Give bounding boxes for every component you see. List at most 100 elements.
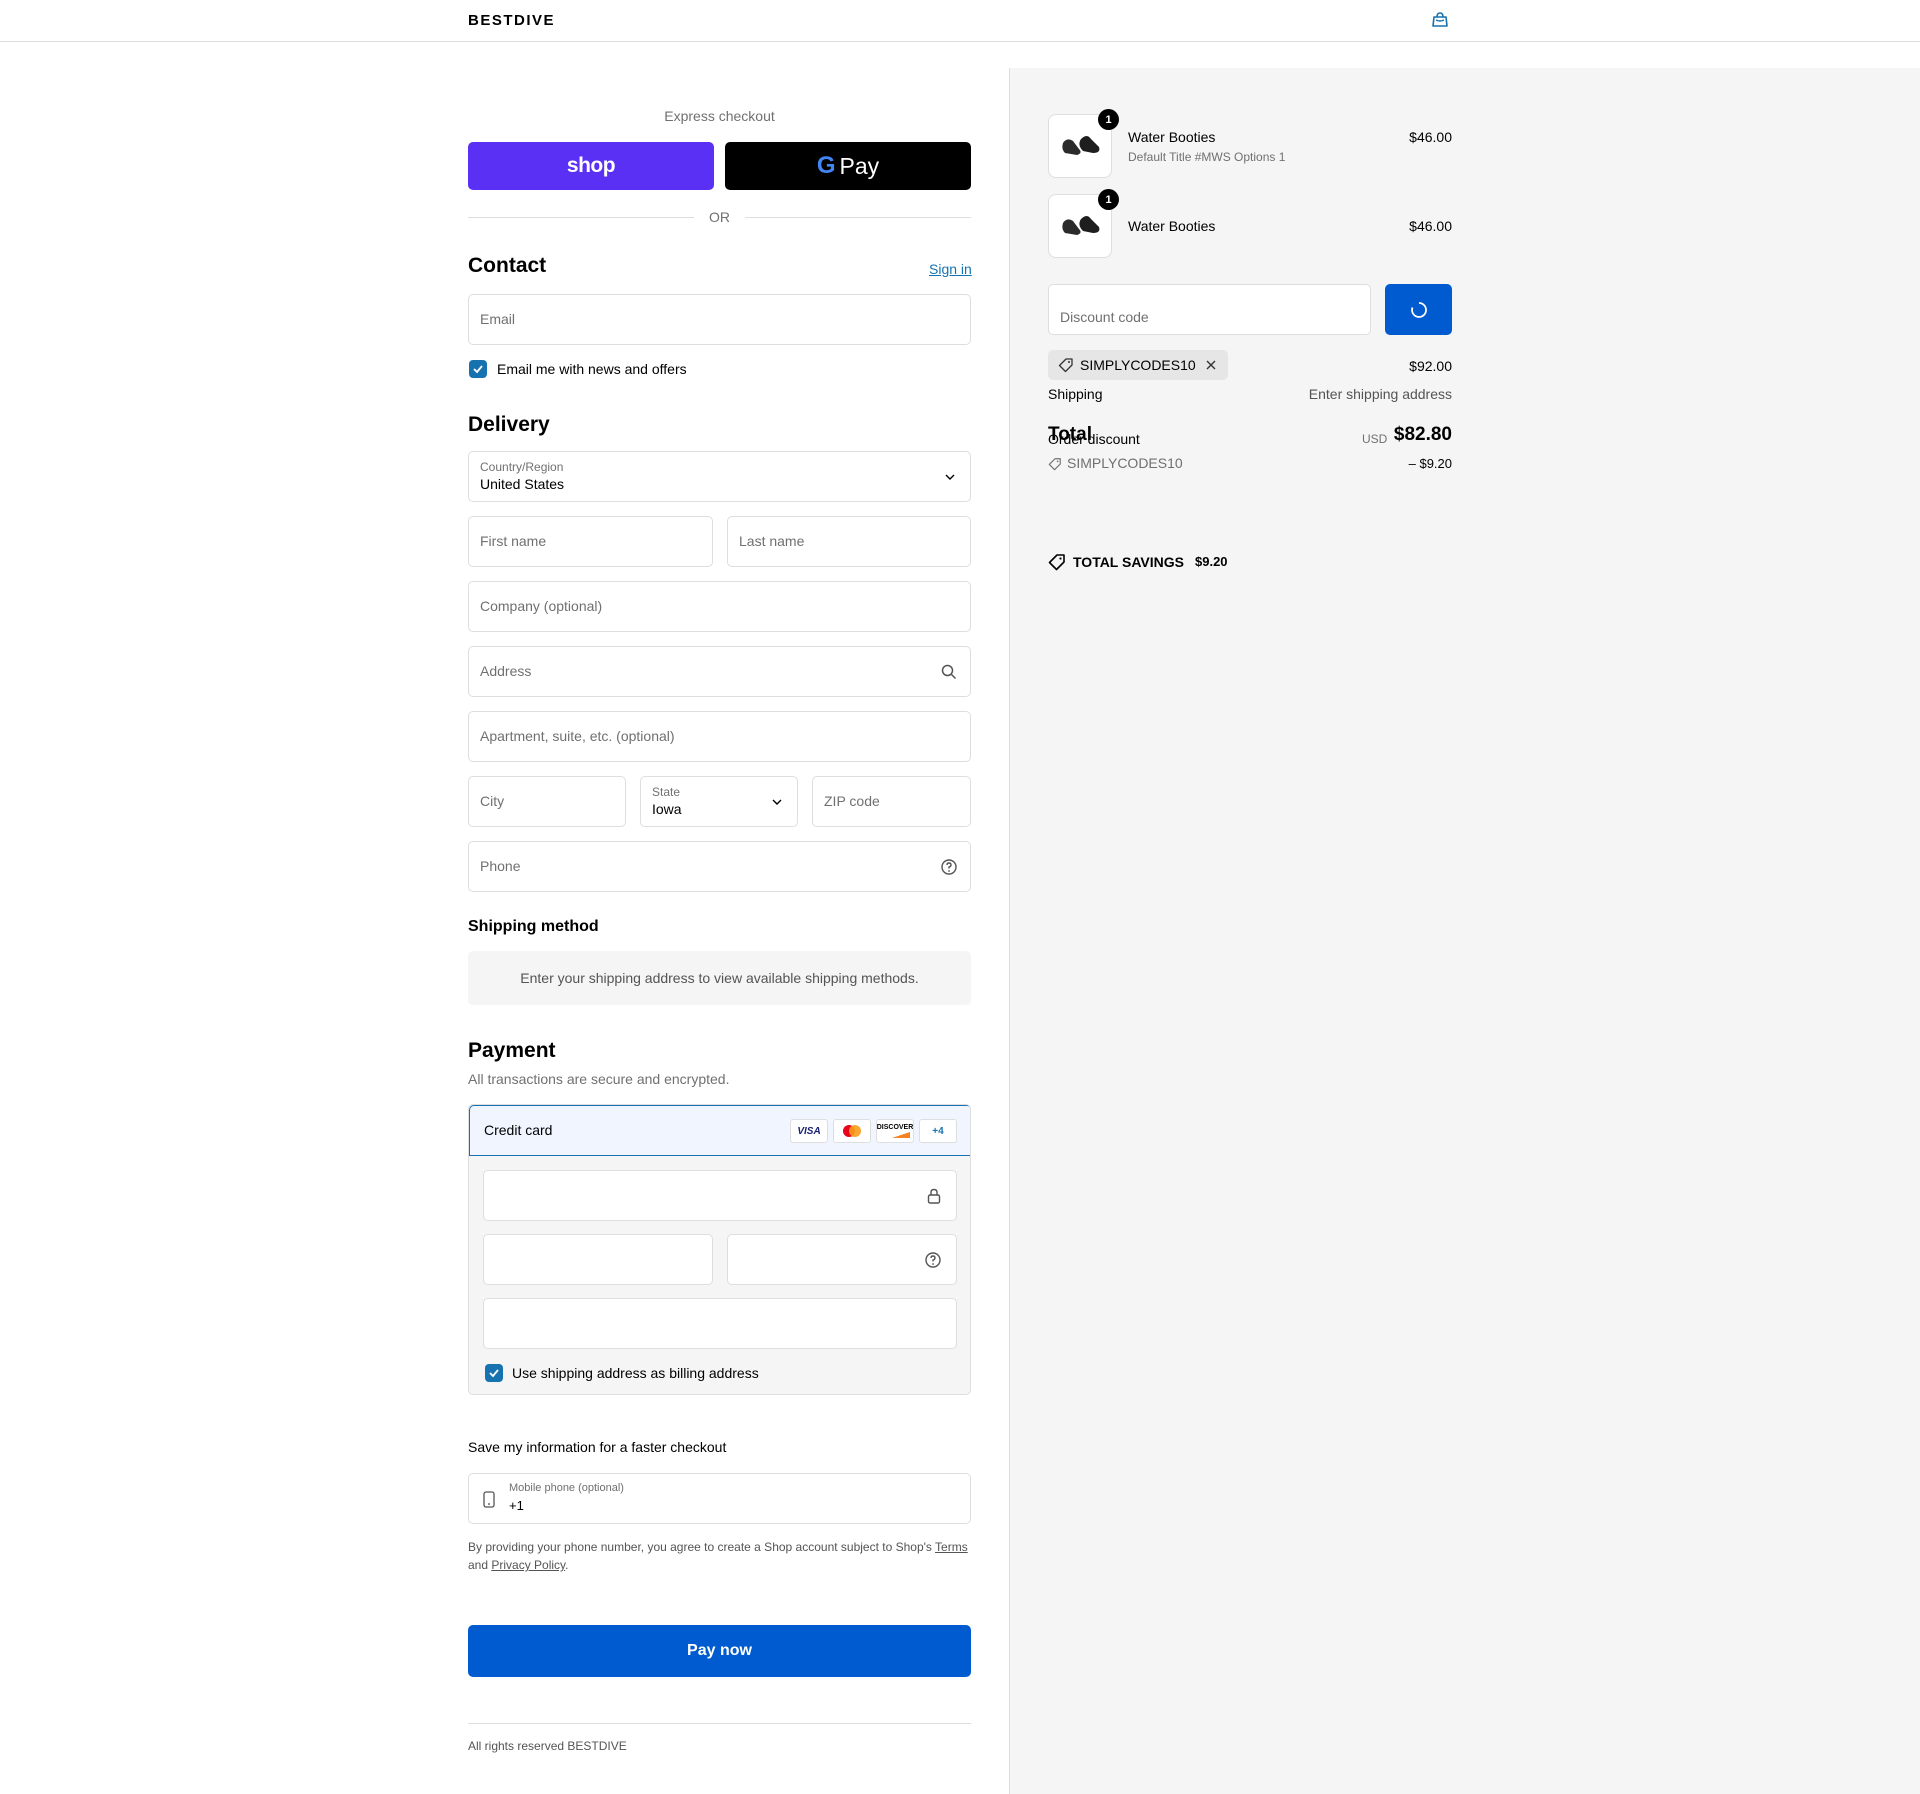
phone-placeholder: Phone (480, 858, 521, 874)
product-price: $46.00 (1409, 129, 1452, 145)
zip-placeholder: ZIP code (824, 793, 880, 809)
applied-discount-code: SIMPLYCODES10 (1080, 357, 1196, 373)
shop-terms-text: By providing your phone number, you agre… (468, 1538, 971, 1574)
divider (745, 217, 971, 218)
pay-now-button[interactable]: Pay now (468, 1625, 971, 1677)
apartment-field[interactable]: Apartment, suite, etc. (optional) (468, 711, 971, 762)
expiration-date-field[interactable] (483, 1234, 713, 1285)
lock-icon (927, 1188, 941, 1204)
news-checkbox-label: Email me with news and offers (497, 361, 687, 377)
country-value: United States (480, 476, 565, 492)
discover-label: DISCOVER (876, 1124, 914, 1131)
delivery-heading: Delivery (468, 413, 550, 436)
first-name-placeholder: First name (480, 533, 547, 549)
product-name: Water Booties (1128, 129, 1216, 145)
help-circle-icon[interactable] (940, 858, 958, 876)
google-pay-button[interactable]: G Pay (725, 142, 971, 190)
google-pay-label: Pay (839, 152, 880, 179)
express-checkout-label: Express checkout (664, 108, 775, 124)
credit-card-panel: Credit card VISA DISCOVER +4 Use shippin… (468, 1104, 971, 1395)
payment-heading: Payment (468, 1039, 556, 1062)
contact-heading: Contact (468, 254, 547, 277)
loading-spinner-icon (1410, 301, 1427, 318)
help-circle-icon[interactable] (924, 1251, 942, 1269)
terms-text: By providing your phone number, you agre… (468, 1540, 936, 1554)
address-placeholder: Address (480, 663, 532, 679)
shop-pay-button[interactable]: shop (468, 142, 714, 190)
visa-icon: VISA (790, 1119, 828, 1143)
news-checkbox[interactable] (469, 360, 487, 378)
shipping-value: Enter shipping address (1308, 386, 1452, 402)
mobile-phone-field[interactable]: Mobile phone (optional) +1 (468, 1473, 971, 1524)
total-savings-label: TOTAL SAVINGS (1073, 554, 1184, 570)
email-field[interactable]: Email (468, 294, 971, 345)
store-logo[interactable]: BESTDIVE (468, 12, 555, 29)
shipping-label: Shipping (1048, 386, 1103, 402)
address-field[interactable]: Address (468, 646, 971, 697)
country-select[interactable]: Country/Region United States (468, 451, 971, 502)
zip-field[interactable]: ZIP code (812, 776, 971, 827)
discount-code-placeholder: Discount code (1060, 309, 1149, 325)
card-number-field[interactable] (483, 1170, 957, 1221)
applied-discount-chip: SIMPLYCODES10 (1048, 350, 1228, 380)
mastercard-icon (833, 1119, 871, 1143)
first-name-field[interactable]: First name (468, 516, 713, 567)
credit-card-label: Credit card (484, 1122, 553, 1138)
shipping-method-info: Enter your shipping address to view avai… (468, 951, 971, 1005)
checkmark-icon (473, 365, 483, 374)
state-select[interactable]: State Iowa (640, 776, 798, 827)
apartment-placeholder: Apartment, suite, etc. (optional) (480, 728, 675, 744)
discount-value: – $9.20 (1408, 456, 1452, 471)
search-icon (941, 664, 957, 680)
quantity-badge: 1 (1098, 109, 1119, 130)
total-savings-value: $9.20 (1195, 554, 1228, 569)
footer-copyright: All rights reserved BESTDIVE (468, 1739, 627, 1753)
mobile-phone-icon (483, 1491, 495, 1508)
water-booties-image (1062, 216, 1100, 235)
terms-and: and (468, 1558, 492, 1572)
chevron-down-icon (945, 474, 955, 480)
discount-code-field[interactable]: Discount code (1048, 284, 1371, 335)
discover-stripe (892, 1132, 910, 1138)
product-price: $46.00 (1409, 218, 1452, 234)
shipping-method-heading: Shipping method (468, 918, 599, 935)
more-cards-badge: +4 (919, 1119, 957, 1143)
mobile-phone-label: Mobile phone (optional) (509, 1482, 624, 1494)
apply-discount-button[interactable] (1385, 284, 1452, 335)
divider (468, 1723, 971, 1724)
security-code-field[interactable] (727, 1234, 957, 1285)
city-placeholder: City (480, 793, 505, 809)
water-booties-image (1062, 136, 1100, 155)
tag-icon (1058, 358, 1073, 373)
credit-card-option[interactable]: Credit card VISA DISCOVER +4 (469, 1105, 970, 1156)
city-field[interactable]: City (468, 776, 626, 827)
billing-address-checkbox[interactable] (485, 1364, 503, 1382)
discover-icon: DISCOVER (876, 1119, 914, 1143)
terms-end: . (565, 1558, 569, 1572)
divider (468, 217, 694, 218)
close-icon[interactable] (1205, 359, 1217, 371)
google-g-icon: G (816, 152, 836, 179)
state-label: State (652, 785, 681, 799)
privacy-policy-link[interactable]: Privacy Policy (491, 1558, 565, 1572)
billing-address-label: Use shipping address as billing address (512, 1365, 759, 1381)
sign-in-link[interactable]: Sign in (929, 261, 972, 277)
total-value: $82.80 (1393, 424, 1452, 445)
company-field[interactable]: Company (optional) (468, 581, 971, 632)
savings-tag-icon (1048, 554, 1065, 571)
payment-subtitle: All transactions are secure and encrypte… (468, 1071, 730, 1087)
quantity-badge: 1 (1098, 189, 1119, 210)
tag-icon (1048, 458, 1061, 471)
checkmark-icon (489, 1369, 499, 1378)
subtotal-value: $92.00 (1409, 358, 1452, 374)
discount-code-line: SIMPLYCODES10 (1067, 455, 1183, 471)
name-on-card-field[interactable] (483, 1298, 957, 1349)
terms-link[interactable]: Terms (935, 1540, 968, 1554)
email-placeholder: Email (480, 311, 516, 327)
last-name-field[interactable]: Last name (727, 516, 971, 567)
last-name-placeholder: Last name (739, 533, 805, 549)
shopping-bag-icon[interactable] (1430, 12, 1450, 28)
product-variant: Default Title #MWS Options 1 (1128, 150, 1286, 164)
phone-field[interactable]: Phone (468, 841, 971, 892)
country-label: Country/Region (480, 460, 564, 474)
